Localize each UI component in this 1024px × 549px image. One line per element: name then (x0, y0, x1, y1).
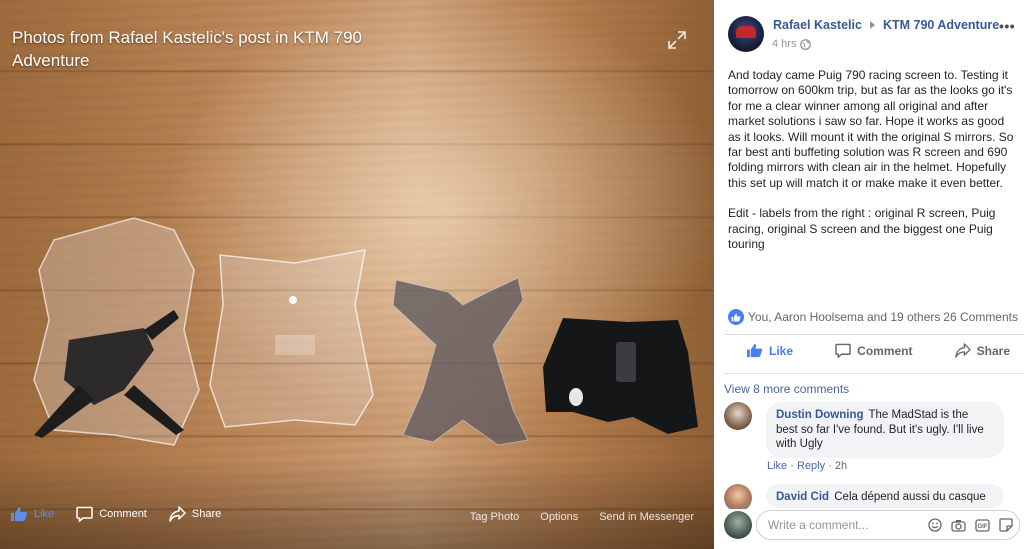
share-icon (169, 506, 186, 522)
emoji-icon[interactable] (928, 518, 942, 532)
comment-text: Cela dépend aussi du casque (834, 491, 986, 503)
post-timestamp: 4 hrs (772, 38, 812, 50)
viewer-like-button[interactable]: Like (10, 506, 54, 522)
viewer-share-button[interactable]: Share (169, 506, 221, 522)
comment-item: David Cid Cela dépend aussi du casque (724, 484, 1018, 512)
commenter-avatar[interactable] (724, 484, 752, 512)
gif-icon[interactable]: GIF (975, 518, 990, 532)
share-button-label: Share (976, 343, 1010, 358)
tag-photo-link[interactable]: Tag Photo (470, 511, 520, 523)
comment-button-label: Comment (857, 343, 913, 358)
photo-windscreen-puig-touring (33, 217, 200, 446)
comment-item: Dustin Downing The MadStad is the best s… (724, 402, 1018, 472)
post-header: Rafael Kastelic KTM 790 Adventure (773, 18, 999, 32)
svg-text:GIF: GIF (978, 524, 988, 530)
view-more-comments-link[interactable]: View 8 more comments (724, 382, 849, 396)
group-name-link[interactable]: KTM 790 Adventure (883, 18, 999, 32)
comment-input-placeholder: Write a comment... (768, 518, 869, 532)
share-button[interactable]: Share (954, 343, 1010, 358)
like-reaction-icon (728, 309, 744, 325)
post-time[interactable]: 4 hrs (772, 38, 796, 50)
viewer-comment-button[interactable]: Comment (76, 506, 147, 522)
post-body: And today came Puig 790 racing screen to… (728, 68, 1018, 267)
commenter-avatar[interactable] (724, 402, 752, 430)
sticker-icon[interactable] (999, 518, 1013, 532)
like-button[interactable]: Like (746, 343, 793, 358)
options-link[interactable]: Options (540, 511, 578, 523)
comment-time[interactable]: 2h (835, 460, 847, 472)
commenter-name[interactable]: David Cid (776, 491, 829, 503)
comment-icon (76, 506, 93, 522)
caret-right-icon (869, 21, 875, 29)
post-action-row: Like Comment Share (728, 343, 1018, 358)
send-in-messenger-link[interactable]: Send in Messenger (599, 511, 694, 523)
comment-button[interactable]: Comment (835, 343, 913, 358)
comments-count[interactable]: 26 Comments (943, 310, 1018, 324)
comment-bubble: David Cid Cela dépend aussi du casque (766, 484, 1004, 508)
divider (724, 373, 1024, 374)
globe-icon (800, 38, 812, 50)
author-avatar[interactable] (728, 16, 764, 52)
like-button-label: Like (769, 343, 794, 358)
commenter-name[interactable]: Dustin Downing (776, 409, 864, 421)
author-name-link[interactable]: Rafael Kastelic (773, 18, 862, 32)
comment-icon (835, 343, 851, 358)
expand-icon[interactable] (667, 30, 687, 50)
comment-bubble: Dustin Downing The MadStad is the best s… (766, 402, 1004, 458)
reactions-summary[interactable]: You, Aaron Hoolsema and 19 others (748, 310, 940, 324)
current-user-avatar (724, 511, 752, 539)
thumbs-up-icon (11, 507, 28, 521)
thumbs-up-icon (747, 343, 763, 358)
more-options-icon[interactable]: ••• (999, 18, 1015, 34)
post-text-paragraph-2: Edit - labels from the right : original … (728, 206, 996, 252)
comment-input[interactable]: Write a comment... GIF (756, 510, 1020, 540)
comment-meta: Like · Reply · 2h (767, 460, 848, 472)
comment-reply-link[interactable]: Reply (797, 460, 825, 472)
camera-icon[interactable] (951, 519, 966, 532)
photo-windscreen-original-r (543, 318, 698, 434)
post-panel: Rafael Kastelic KTM 790 Adventure 4 hrs … (714, 0, 1024, 549)
share-icon (954, 343, 971, 358)
photo-viewer-title: Photos from Rafael Kastelic's post in KT… (12, 28, 363, 70)
post-text-paragraph-1: And today came Puig 790 racing screen to… (728, 68, 1014, 190)
viewer-share-label: Share (191, 508, 222, 520)
viewer-like-label: Like (34, 508, 55, 520)
divider (724, 334, 1024, 335)
viewer-comment-label: Comment (99, 508, 147, 520)
reactions-bar: You, Aaron Hoolsema and 19 others 26 Com… (728, 309, 1018, 325)
photo-windscreen-original-s (209, 249, 374, 428)
photo-viewer: Photos from Rafael Kastelic's post in KT… (0, 0, 714, 549)
comment-composer: Write a comment... GIF (724, 509, 1020, 541)
comment-like-link[interactable]: Like (767, 460, 787, 472)
photo-windscreen-puig-racing (392, 277, 529, 446)
